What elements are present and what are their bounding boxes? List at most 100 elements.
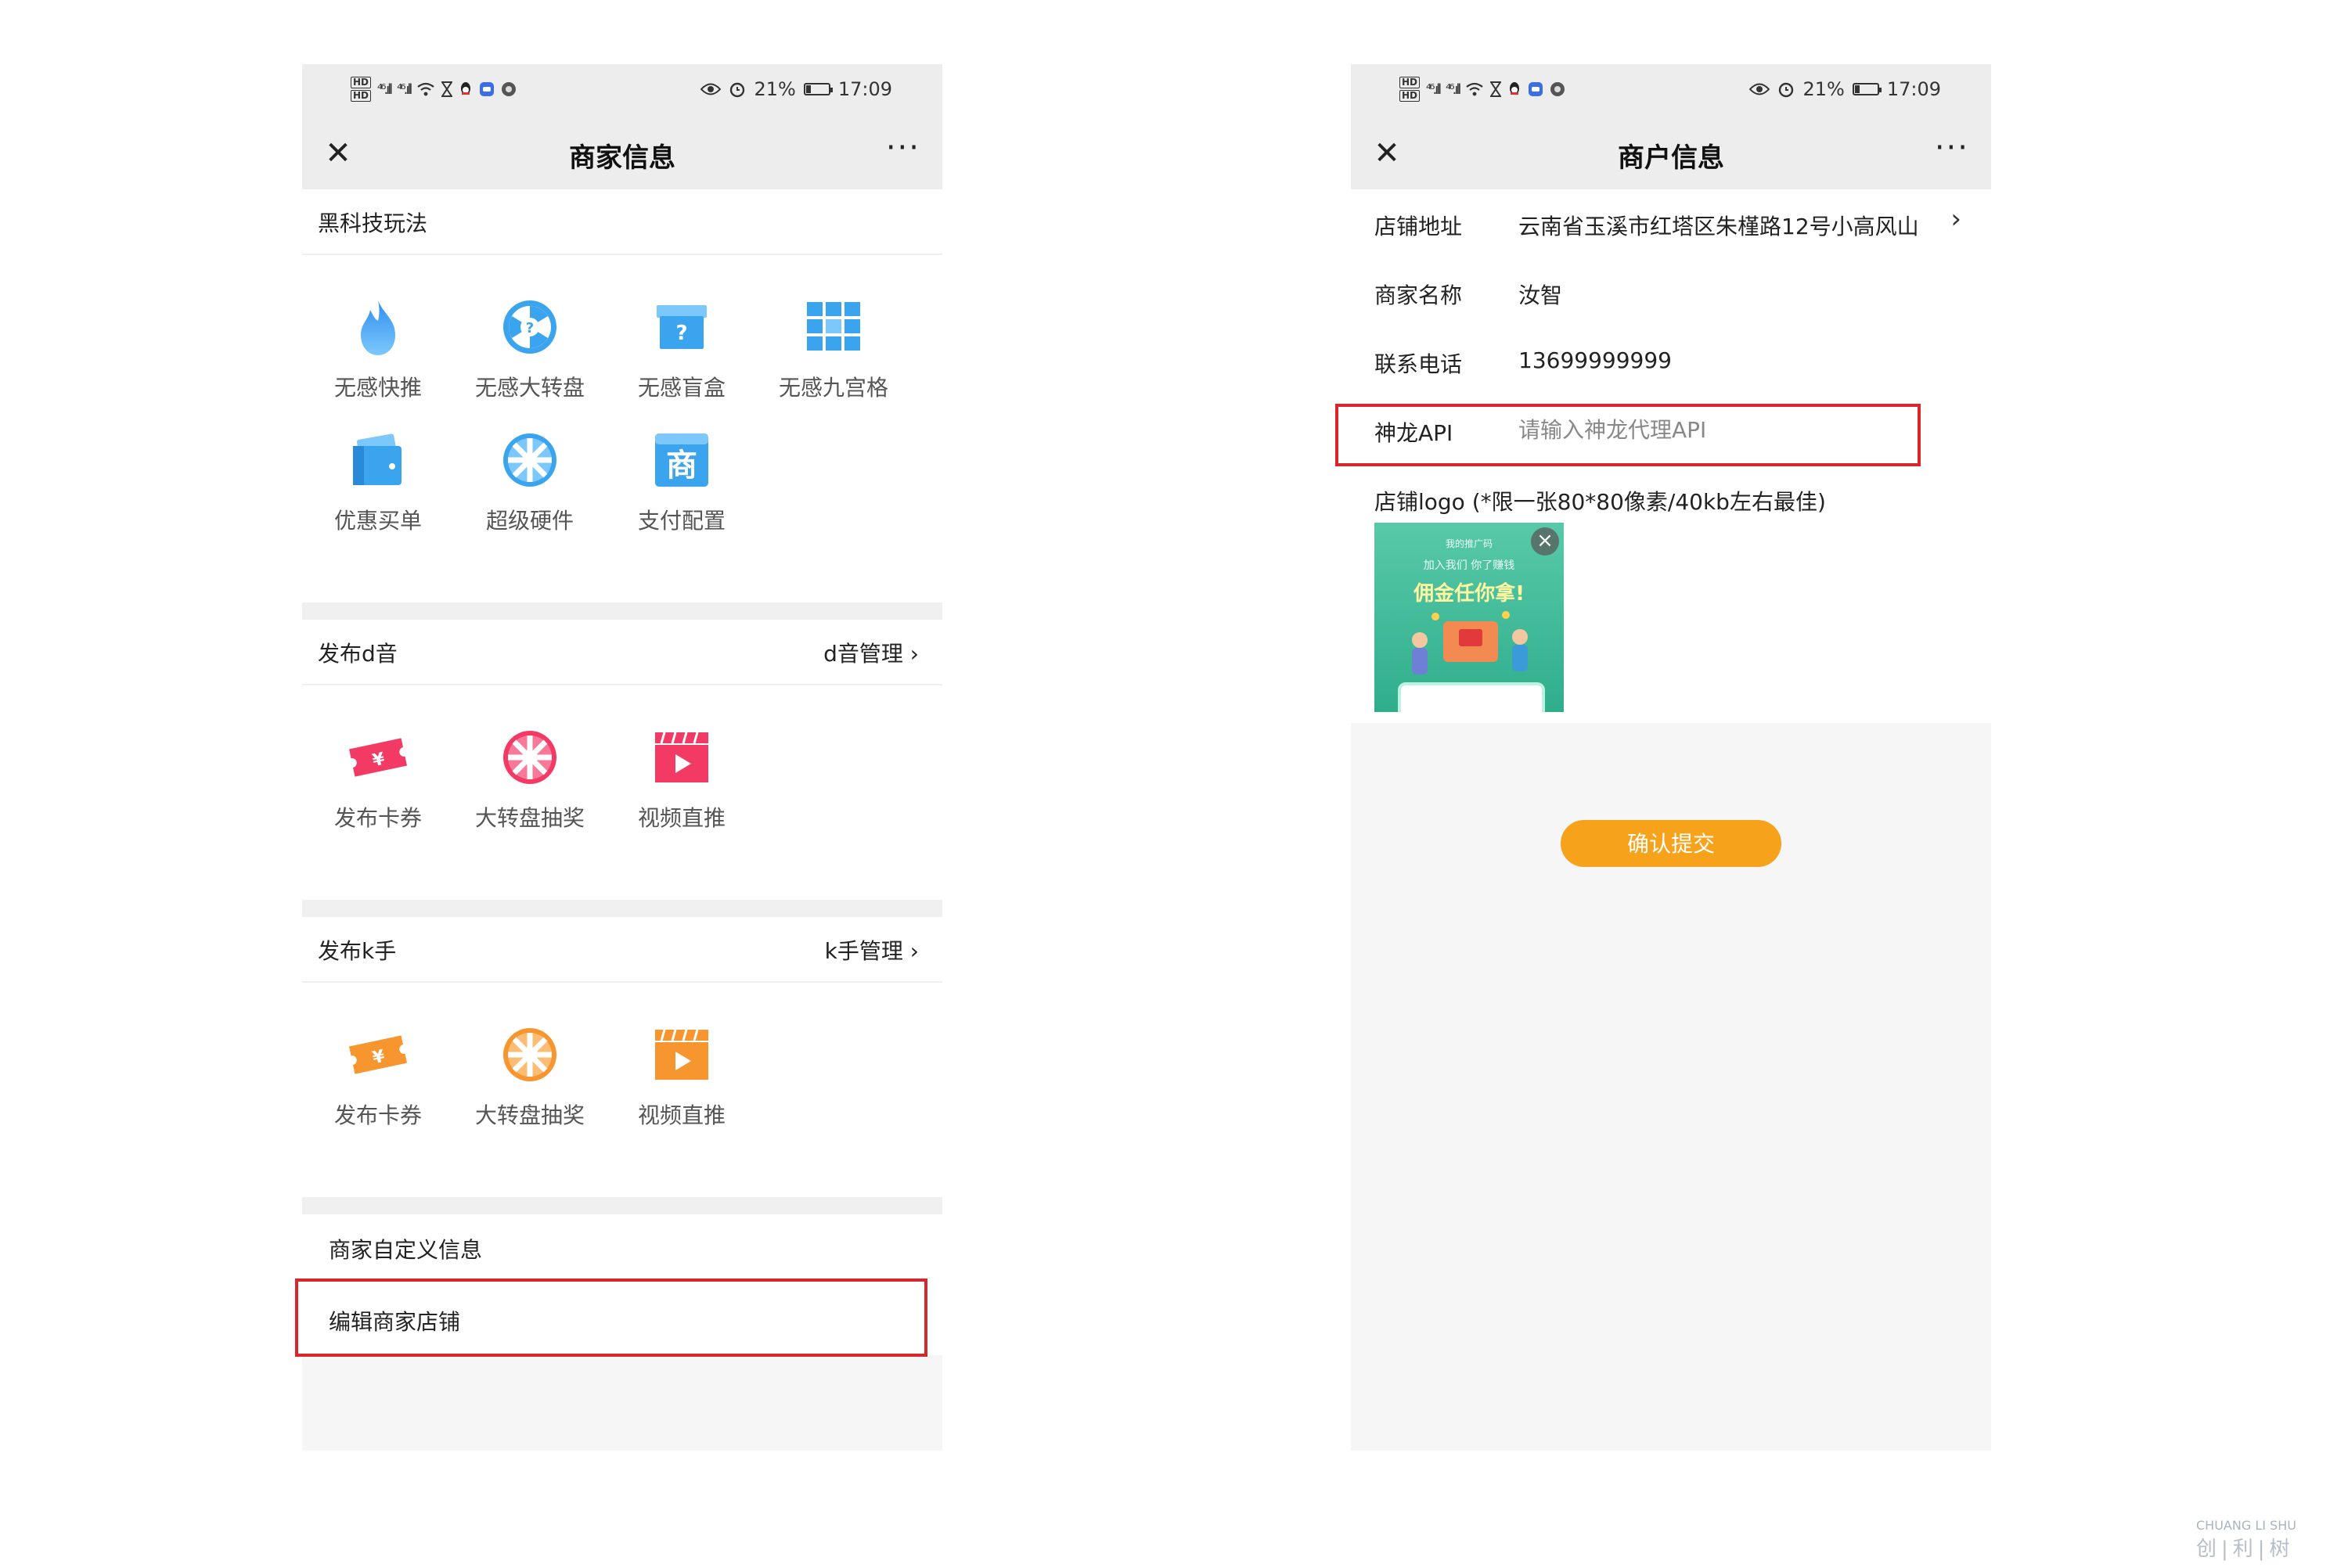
divider <box>302 254 942 255</box>
status-bar: HD HD ⁴⁶.ıll ⁴⁶.ıll 21% 17:09 <box>1351 64 1991 119</box>
coupon-icon: ¥ <box>349 1035 407 1074</box>
merchant-info-screen: HD HD ⁴⁶.ıll ⁴⁶.ıll 21% 17:09 ✕ 商家信息 ···… <box>302 64 942 1451</box>
watermark-text: 创|利|树 <box>2196 1537 2295 1561</box>
logo-headline: 佣金任你拿! <box>1413 582 1525 606</box>
nav-bar: ✕ 商户信息 ··· <box>1351 119 1991 189</box>
section-gap <box>302 1197 942 1214</box>
kuaishou-section: 发布k手 k手管理 › ¥ 发布卡券 大转盘抽奖 视频直推 <box>302 917 942 1197</box>
more-icon[interactable]: ··· <box>886 130 920 166</box>
merchant-name-value: 汝智 <box>1518 282 1563 308</box>
section-title: 黑科技玩法 <box>318 210 428 236</box>
phone-value: 13699999999 <box>1518 347 1672 373</box>
address-label: 店铺地址 <box>1374 214 1463 239</box>
logo-section: 店铺logo (*限一张80*80像素/40kb左右最佳) 我的推广码 加入我们… <box>1351 465 1991 723</box>
merchant-name-row: 商家名称 汝智 <box>1351 258 1991 327</box>
highlight-box <box>295 1278 927 1357</box>
status-bar: HD HD ⁴⁶.ıll ⁴⁶.ıll 21% 17:09 <box>302 64 942 119</box>
grid-item-super-hardware[interactable]: 超级硬件 <box>454 429 606 562</box>
logo-line: 加入我们 你了赚钱 <box>1423 559 1515 572</box>
divider <box>302 981 942 983</box>
signal-icon: ⁴⁶.ıll <box>397 81 412 98</box>
wheel-icon <box>503 1028 556 1081</box>
grid-item-video-push[interactable]: 视频直推 <box>606 726 758 859</box>
section-title: 发布k手 <box>318 938 397 964</box>
blind-box-icon: ? <box>657 305 707 349</box>
logo-frame <box>1398 682 1545 712</box>
black-tech-section: 黑科技玩法 无感快推 ? 无感大转盘 ? 无感盲盒 无感九宫格 优惠买单 超级硬… <box>302 189 942 602</box>
wheel-icon <box>503 433 556 487</box>
wifi-icon <box>1466 82 1484 96</box>
svg-text:?: ? <box>526 320 534 336</box>
battery-icon <box>803 83 833 95</box>
kuaishou-manage-link[interactable]: k手管理 › <box>825 934 919 966</box>
grid-item-video-push[interactable]: 视频直推 <box>606 1023 758 1156</box>
more-icon[interactable]: ··· <box>1935 130 1969 166</box>
shop-info-screen: HD HD ⁴⁶.ıll ⁴⁶.ıll 21% 17:09 ✕ 商户信息 ···… <box>1351 64 1991 1451</box>
grid-item-wheel-lottery[interactable]: 大转盘抽奖 <box>454 726 606 859</box>
grid-item-label: 超级硬件 <box>485 508 574 534</box>
watermark: CHUANG LI SHU 创|利|树 <box>2196 1518 2296 1562</box>
section-gap <box>302 602 942 620</box>
address-row[interactable]: 店铺地址 云南省玉溪市红塔区朱槿路12号小高风山 › <box>1351 189 1991 258</box>
clock: 17:09 <box>1886 78 1941 100</box>
eye-icon <box>1749 83 1770 95</box>
signal-icon: ⁴⁶.ıll <box>1446 81 1461 98</box>
grid-item-publish-coupon[interactable]: ¥ 发布卡券 <box>302 1023 454 1156</box>
address-value: 云南省玉溪市红塔区朱槿路12号小高风山 <box>1518 214 1919 239</box>
divider <box>302 684 942 685</box>
logo-image: 我的推广码 加入我们 你了赚钱 佣金任你拿! × <box>1374 523 1564 712</box>
grid-item-wheel-lottery[interactable]: 大转盘抽奖 <box>454 1023 606 1156</box>
app-icon <box>502 82 517 96</box>
flame-icon <box>361 300 395 355</box>
douyin-manage-link[interactable]: d音管理 › <box>823 637 919 668</box>
watermark-text: CHUANG LI SHU <box>2196 1518 2296 1533</box>
hd-badge: HD <box>351 90 372 102</box>
merchant-name-label: 商家名称 <box>1374 282 1463 308</box>
hd-badge: HD <box>1399 90 1421 102</box>
grid-item-blind-box[interactable]: ? 无感盲盒 <box>606 296 758 429</box>
grid-item-label: 视频直推 <box>637 805 726 831</box>
eye-icon <box>700 83 722 95</box>
grid-item-discount-pay[interactable]: 优惠买单 <box>302 429 454 562</box>
grid-item-label: 大转盘抽奖 <box>474 805 585 831</box>
grid-item-label: 无感九宫格 <box>778 375 888 401</box>
custom-info-title: 商家自定义信息 <box>329 1237 483 1263</box>
phone-label: 联系电话 <box>1374 351 1463 377</box>
qq-icon <box>1510 82 1520 95</box>
nav-bar: ✕ 商家信息 ··· <box>302 119 942 189</box>
phone-row: 联系电话 13699999999 <box>1351 327 1991 396</box>
grid-icon <box>807 302 860 351</box>
remove-image-icon[interactable]: × <box>1531 527 1559 556</box>
section-gap <box>302 900 942 917</box>
grid-item-quick-push[interactable]: 无感快推 <box>302 296 454 429</box>
battery-icon <box>1852 83 1882 95</box>
battery-percent: 21% <box>1802 78 1845 100</box>
submit-button[interactable]: 确认提交 <box>1561 820 1781 867</box>
wallet-icon <box>353 433 402 485</box>
grid-item-label: 发布卡券 <box>333 1102 422 1128</box>
hd-badge: HD <box>1399 77 1421 88</box>
grid-item-label: 视频直推 <box>637 1102 726 1128</box>
grid-item-lucky-wheel[interactable]: ? 无感大转盘 <box>454 296 606 429</box>
grid-item-label: 发布卡券 <box>333 805 422 831</box>
grid-item-label: 大转盘抽奖 <box>474 1102 585 1128</box>
logo-label: 店铺logo (*限一张80*80像素/40kb左右最佳) <box>1374 489 1826 515</box>
grid-item-nine-grid[interactable]: 无感九宫格 <box>758 296 909 429</box>
grid-item-payment-config[interactable]: 商 支付配置 <box>606 429 758 562</box>
app-icon <box>480 82 495 96</box>
section-title: 发布d音 <box>318 641 398 667</box>
grid-item-label: 无感大转盘 <box>474 375 585 401</box>
grid-item-label: 优惠买单 <box>333 508 422 534</box>
grid-item-label: 支付配置 <box>637 508 726 534</box>
clock: 17:09 <box>837 78 892 100</box>
qq-icon <box>461 82 471 95</box>
video-icon <box>655 732 708 782</box>
alarm-icon <box>730 82 745 98</box>
shop-glyph: 商 <box>666 448 697 484</box>
logo-illustration <box>1412 611 1528 674</box>
coupon-icon: ¥ <box>349 738 407 777</box>
app-icon <box>1529 82 1543 96</box>
hd-badge: HD <box>351 77 372 88</box>
grid-item-publish-coupon[interactable]: ¥ 发布卡券 <box>302 726 454 859</box>
hourglass-icon <box>441 81 453 97</box>
